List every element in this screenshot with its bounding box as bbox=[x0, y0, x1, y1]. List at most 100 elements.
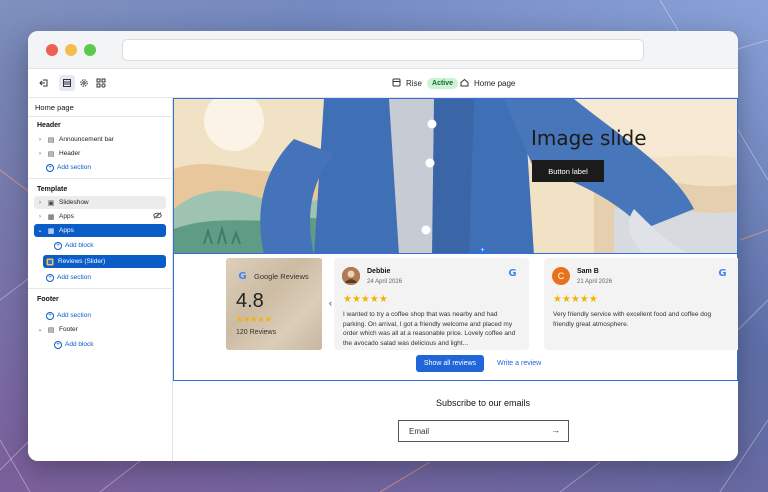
close-window-button[interactable] bbox=[46, 44, 58, 56]
insert-section-plus-icon[interactable]: + bbox=[478, 246, 487, 253]
add-section-label: Add section bbox=[57, 312, 91, 319]
review-card: C Sam B 21 April 2026 G ★★★★★ Very frien… bbox=[544, 258, 738, 350]
apps-grid-icon: ▦ bbox=[47, 227, 55, 235]
review-count: 120 Reviews bbox=[236, 329, 277, 336]
review-stars: ★★★★★ bbox=[553, 294, 598, 305]
review-date: 24 April 2026 bbox=[367, 279, 403, 285]
plus-circle-icon: + bbox=[46, 311, 54, 320]
chevron-right-icon: › bbox=[39, 136, 41, 143]
sidebar-block-reviews-slider[interactable]: Reviews (Slider) bbox=[43, 255, 166, 268]
title-bar bbox=[28, 31, 738, 69]
gear-icon[interactable] bbox=[76, 75, 92, 91]
slider-prev-arrow-icon[interactable]: ‹ bbox=[329, 298, 332, 308]
header-group-heading: Header bbox=[37, 122, 61, 129]
template-group-heading: Template bbox=[37, 186, 68, 193]
header-add-section-button[interactable]: + Add section bbox=[46, 162, 91, 173]
reviewer-name: Debbie bbox=[367, 268, 391, 275]
section-icon: ▤ bbox=[47, 150, 55, 158]
sidebar-item-apps-selected[interactable]: ⌄ ▦ Apps bbox=[34, 224, 166, 237]
sidebar-item-label: Apps bbox=[59, 227, 74, 234]
arrow-right-icon[interactable]: → bbox=[551, 425, 560, 435]
status-badge: Active bbox=[427, 77, 459, 89]
apps-icon[interactable] bbox=[93, 75, 109, 91]
plus-circle-icon: + bbox=[54, 241, 62, 250]
sidebar-item-label: Footer bbox=[59, 326, 78, 333]
google-logo-icon: G bbox=[718, 268, 727, 279]
chevron-right-icon: › bbox=[39, 199, 41, 206]
minimize-window-button[interactable] bbox=[65, 44, 77, 56]
review-source: Google Reviews bbox=[254, 272, 309, 281]
editor-toolbar: Rise Active Home page bbox=[28, 69, 738, 98]
sidebar-item-label: Header bbox=[59, 150, 81, 157]
chevron-right-icon: › bbox=[39, 150, 41, 157]
theme-name: Rise bbox=[406, 78, 423, 88]
plus-circle-icon: + bbox=[46, 273, 54, 282]
apps-grid-icon: ▦ bbox=[47, 213, 55, 221]
sidebar-title: Home page bbox=[35, 103, 74, 112]
reviews-app-icon bbox=[46, 258, 54, 266]
average-rating: 4.8 bbox=[236, 290, 264, 312]
divider bbox=[28, 116, 173, 117]
review-stars: ★★★★★ bbox=[343, 294, 388, 305]
email-input[interactable]: Email → bbox=[398, 420, 569, 442]
hidden-eye-icon[interactable] bbox=[153, 212, 162, 221]
section-icon: ▤ bbox=[47, 136, 55, 144]
exit-icon[interactable] bbox=[36, 75, 52, 91]
sidebar-item-label: Slideshow bbox=[59, 199, 89, 206]
write-review-link[interactable]: Write a review bbox=[497, 355, 541, 372]
sidebar-item-label: Reviews (Slider) bbox=[58, 258, 106, 265]
address-bar[interactable] bbox=[122, 39, 644, 61]
show-all-reviews-button[interactable]: Show all reviews bbox=[416, 355, 484, 372]
page-selector[interactable]: Home page bbox=[460, 75, 515, 91]
divider bbox=[28, 288, 173, 289]
browser-window: Rise Active Home page Home page Header ›… bbox=[28, 31, 738, 461]
google-logo-icon: G bbox=[238, 271, 247, 282]
chevron-right-icon: › bbox=[39, 213, 41, 220]
sections-icon[interactable] bbox=[59, 75, 75, 91]
slide-heading: Image slide bbox=[531, 126, 647, 150]
review-text: I wanted to try a coffee shop that was n… bbox=[343, 311, 516, 347]
footer-add-block-button[interactable]: + Add block bbox=[54, 339, 94, 350]
google-logo-icon: G bbox=[508, 268, 517, 279]
plus-circle-icon: + bbox=[46, 163, 54, 172]
chevron-down-icon: ⌄ bbox=[37, 327, 43, 333]
image-slide-section[interactable]: Image slide Button label + bbox=[173, 98, 738, 254]
sidebar-item-apps-hidden[interactable]: › ▦ Apps bbox=[34, 210, 166, 223]
apps-add-block-button[interactable]: + Add block bbox=[54, 240, 94, 251]
reviewer-name: Sam B bbox=[577, 268, 599, 275]
add-section-label: Add section bbox=[57, 274, 91, 281]
footer-add-section-button[interactable]: + Add section bbox=[46, 310, 91, 321]
page-name: Home page bbox=[474, 78, 516, 88]
template-add-section-button[interactable]: + Add section bbox=[46, 272, 91, 283]
home-icon bbox=[460, 78, 469, 89]
divider bbox=[28, 178, 173, 179]
review-card: Debbie 24 April 2026 G ★★★★★ I wanted to… bbox=[334, 258, 529, 350]
sidebar: Home page Header › ▤ Announcement bar › … bbox=[28, 98, 173, 461]
theme-selector[interactable]: Rise Active bbox=[392, 75, 459, 91]
avatar: C bbox=[552, 267, 570, 285]
sidebar-item-slideshow[interactable]: › ▣ Slideshow bbox=[34, 196, 166, 209]
hero-illustration bbox=[174, 99, 737, 253]
theme-icon bbox=[392, 78, 401, 89]
newsletter-heading: Subscribe to our emails bbox=[435, 398, 531, 408]
footer-group-heading: Footer bbox=[37, 296, 59, 303]
sidebar-item-header[interactable]: › ▤ Header bbox=[34, 147, 166, 160]
slide-button[interactable]: Button label bbox=[532, 160, 604, 182]
add-block-label: Add block bbox=[65, 341, 94, 348]
avatar bbox=[342, 267, 360, 285]
add-section-label: Add section bbox=[57, 164, 91, 171]
sidebar-item-footer[interactable]: ⌄ ▤ Footer bbox=[34, 323, 166, 336]
chevron-down-icon: ⌄ bbox=[37, 228, 43, 234]
slideshow-icon: ▣ bbox=[47, 199, 55, 207]
section-icon: ▤ bbox=[47, 326, 55, 334]
sidebar-item-announcement-bar[interactable]: › ▤ Announcement bar bbox=[34, 133, 166, 146]
store-preview: Image slide Button label + G Google Revi… bbox=[173, 98, 738, 461]
plus-circle-icon: + bbox=[54, 340, 62, 349]
email-placeholder: Email bbox=[409, 426, 430, 436]
maximize-window-button[interactable] bbox=[84, 44, 96, 56]
review-text: Very friendly service with excellent foo… bbox=[553, 311, 712, 328]
google-rating-summary: G Google Reviews 4.8 ★★★★★ 120 Reviews bbox=[226, 258, 322, 350]
sidebar-item-label: Announcement bar bbox=[59, 136, 114, 143]
sidebar-item-label: Apps bbox=[59, 213, 74, 220]
add-block-label: Add block bbox=[65, 242, 94, 249]
